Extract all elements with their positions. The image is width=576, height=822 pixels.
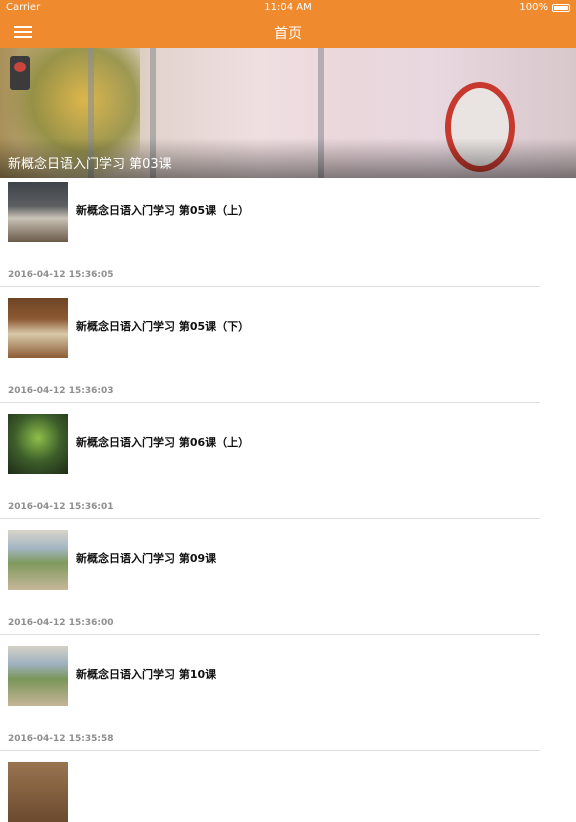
list-item[interactable]: 新概念日语入门学习 第09课 2016-04-12 15:36:00 bbox=[0, 526, 576, 642]
list-item[interactable]: 新概念日语入门学习 第10课 2016-04-12 15:35:58 bbox=[0, 642, 576, 758]
article-date: 2016-04-12 15:36:01 bbox=[8, 502, 114, 512]
article-title: 新概念日语入门学习 第09课 bbox=[76, 552, 217, 565]
list-item[interactable] bbox=[0, 758, 576, 822]
article-date: 2016-04-12 15:36:05 bbox=[8, 270, 114, 280]
article-thumbnail bbox=[8, 182, 68, 242]
status-bar: Carrier ︎ 11:04 AM 100% bbox=[0, 0, 576, 16]
article-title: 新概念日语入门学习 第05课（上） bbox=[76, 204, 250, 217]
divider bbox=[0, 518, 540, 519]
divider bbox=[0, 634, 540, 635]
banner-title: 新概念日语入门学习 第03课 bbox=[8, 157, 172, 172]
page-title: 首页 bbox=[274, 26, 302, 42]
navigation-bar: 首页 bbox=[0, 16, 576, 48]
article-thumbnail bbox=[8, 530, 68, 590]
divider bbox=[0, 286, 540, 287]
article-title: 新概念日语入门学习 第05课（下） bbox=[76, 320, 250, 333]
list-item[interactable]: 新概念日语入门学习 第06课（上） 2016-04-12 15:36:01 bbox=[0, 410, 576, 526]
banner-image-detail bbox=[10, 56, 30, 90]
article-title: 新概念日语入门学习 第06课（上） bbox=[76, 436, 250, 449]
article-thumbnail bbox=[8, 646, 68, 706]
divider bbox=[0, 750, 540, 751]
article-date: 2016-04-12 15:35:58 bbox=[8, 734, 114, 744]
battery-percent: 100% bbox=[519, 2, 548, 13]
article-date: 2016-04-12 15:36:00 bbox=[8, 618, 114, 628]
article-date: 2016-04-12 15:36:03 bbox=[8, 386, 114, 396]
article-title: 新概念日语入门学习 第10课 bbox=[76, 668, 217, 681]
featured-banner[interactable]: 新概念日语入门学习 第03课 bbox=[0, 48, 576, 178]
divider bbox=[0, 402, 540, 403]
battery-icon bbox=[552, 4, 570, 12]
article-thumbnail bbox=[8, 762, 68, 822]
article-thumbnail bbox=[8, 414, 68, 474]
list-item[interactable]: 新概念日语入门学习 第05课（上） 2016-04-12 15:36:05 bbox=[0, 178, 576, 294]
article-thumbnail bbox=[8, 298, 68, 358]
list-item[interactable]: 新概念日语入门学习 第05课（下） 2016-04-12 15:36:03 bbox=[0, 294, 576, 410]
clock: 11:04 AM bbox=[264, 2, 312, 13]
